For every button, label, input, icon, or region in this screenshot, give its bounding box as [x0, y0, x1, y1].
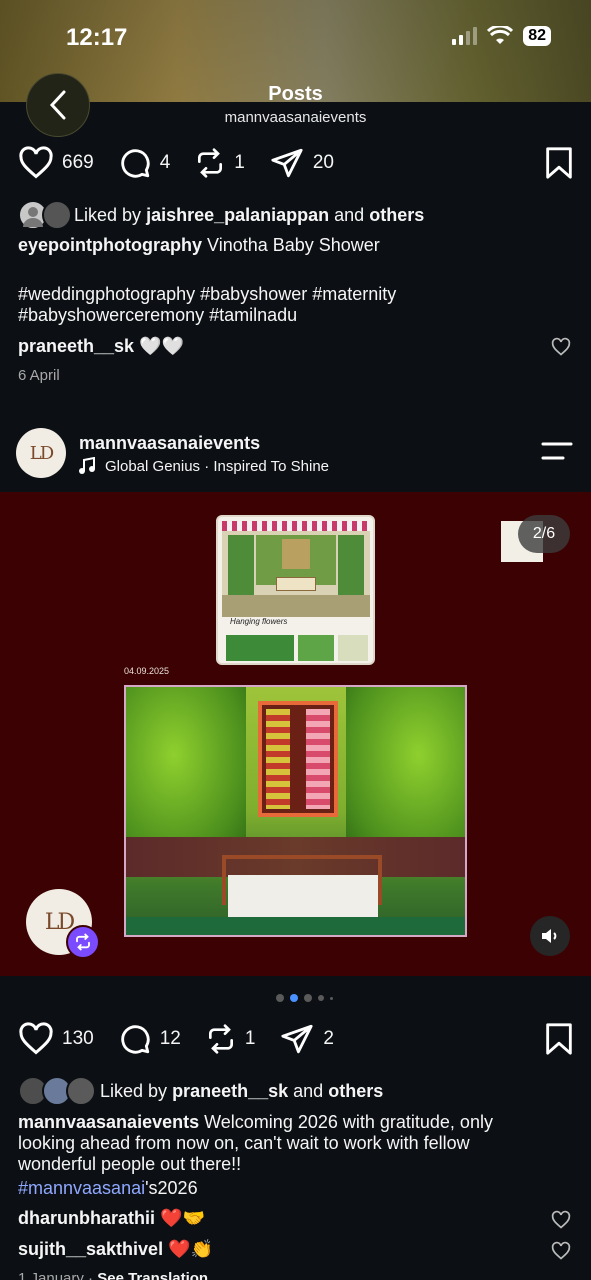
liked-by-and: and	[334, 204, 365, 225]
comment: praneeth__sk 🤍🤍	[18, 336, 184, 357]
hashtags-line2[interactable]: #babyshowerceremony #tamilnadu	[18, 305, 297, 326]
cellular-signal-icon	[452, 27, 478, 45]
hashtags-line1[interactable]: #weddingphotography #babyshower #materni…	[18, 284, 396, 305]
avatar	[66, 1076, 96, 1106]
author-avatar[interactable]: LD	[16, 428, 66, 478]
liked-by-and: and	[293, 1080, 324, 1101]
like-button[interactable]: 130	[18, 1022, 94, 1056]
heart-icon	[19, 1022, 53, 1055]
comment-user[interactable]: sujith__sakthivel	[18, 1239, 163, 1259]
like-count: 130	[62, 1028, 94, 1049]
carousel-dot	[330, 996, 333, 1000]
status-time: 12:17	[66, 24, 128, 51]
menu-icon[interactable]	[541, 441, 573, 463]
comment-button[interactable]: 12	[118, 1022, 181, 1056]
comment: sujith__sakthivel ❤️👏	[18, 1239, 213, 1260]
bookmark-icon[interactable]	[544, 146, 574, 180]
share-count: 2	[323, 1028, 334, 1049]
comment-text: ❤️👏	[168, 1239, 213, 1259]
stage-sketch	[222, 521, 370, 617]
repost-button[interactable]: 1	[194, 146, 245, 180]
like-button[interactable]: 669	[18, 146, 94, 180]
repost-count: 1	[244, 1028, 256, 1049]
back-button[interactable]	[26, 73, 90, 137]
sketch-label: Hanging flowers	[230, 617, 288, 626]
post2-liked-by[interactable]: Liked by praneeth__sk and others	[18, 1076, 383, 1106]
carousel-counter: 2/6	[518, 515, 570, 553]
avatar	[42, 200, 72, 230]
share-button[interactable]: 20	[269, 146, 334, 180]
comment-button[interactable]: 4	[118, 146, 171, 180]
comment-icon	[120, 1025, 150, 1054]
liked-by-prefix: Liked by	[74, 204, 142, 225]
post-date: 1 January	[18, 1270, 84, 1280]
comment-user[interactable]: dharunbharathii	[18, 1208, 155, 1228]
carousel-dot	[318, 995, 324, 1001]
share-count: 20	[312, 152, 334, 173]
caption-hashtag[interactable]: #mannvaasanai	[18, 1178, 145, 1198]
post1-actions: 669 4 1 20	[18, 146, 574, 180]
carousel-dot	[276, 994, 284, 1002]
sketch-thumbnail: Hanging flowers	[216, 515, 375, 665]
audio-title: Global Genius · Inspired To Shine	[105, 457, 330, 475]
comment-text: ❤️🤝	[160, 1208, 205, 1228]
comment-like-icon[interactable]	[551, 1210, 571, 1230]
like-count: 669	[62, 152, 94, 173]
post2-caption: mannvaasanaievents Welcoming 2026 with g…	[18, 1112, 538, 1175]
caption-text: Vinotha Baby Shower	[207, 235, 380, 255]
post-date: 6 April	[18, 367, 60, 384]
carousel-dot	[290, 994, 298, 1002]
send-icon	[281, 1024, 314, 1054]
liked-by-prefix: Liked by	[100, 1080, 168, 1101]
comment-like-icon[interactable]	[551, 1241, 571, 1261]
caption-author[interactable]: eyepointphotography	[18, 235, 202, 255]
battery-indicator: 82	[523, 26, 551, 46]
repost-badge	[66, 925, 100, 959]
carousel-dot	[304, 994, 312, 1002]
wifi-icon	[487, 26, 514, 44]
caption-hashtag-suffix: 's2026	[145, 1178, 198, 1198]
liked-by-avatars	[18, 1076, 100, 1106]
speaker-icon	[542, 929, 557, 943]
comment-count: 4	[159, 152, 171, 173]
chevron-left-icon	[49, 90, 66, 120]
liked-by-avatars	[18, 200, 74, 230]
bookmark-icon[interactable]	[544, 1022, 574, 1056]
audio-info[interactable]: Global Genius · Inspired To Shine	[79, 457, 329, 475]
caption-hashtag-line: #mannvaasanai's2026	[18, 1178, 198, 1199]
share-button[interactable]: 2	[279, 1022, 334, 1056]
avatar-logo: LD	[29, 442, 54, 464]
music-note-icon	[79, 457, 95, 474]
repost-icon	[208, 1024, 233, 1054]
liked-by-user[interactable]: jaishree_palaniappan	[146, 205, 329, 225]
repost-count: 1	[234, 152, 245, 173]
status-icons: 82	[452, 26, 551, 46]
post1-caption: eyepointphotography Vinotha Baby Shower	[18, 235, 380, 256]
liked-by-user[interactable]: praneeth__sk	[172, 1081, 288, 1101]
comment: dharunbharathii ❤️🤝	[18, 1208, 205, 1229]
post-footer: 1 January · See Translation	[18, 1270, 208, 1280]
sound-toggle-button[interactable]	[530, 916, 570, 956]
post1-liked-by[interactable]: Liked by jaishree_palaniappan and others	[18, 200, 424, 230]
comment-like-icon[interactable]	[551, 337, 571, 357]
see-translation-link[interactable]: See Translation	[97, 1270, 208, 1280]
liked-by-others[interactable]: others	[369, 205, 424, 225]
post2-actions: 130 12 1 2	[18, 1022, 574, 1056]
post-author[interactable]: mannvaasanaievents	[79, 433, 260, 454]
carousel-dots	[276, 994, 333, 1002]
comment-text: 🤍🤍	[139, 336, 184, 356]
repost-button[interactable]: 1	[205, 1022, 256, 1056]
comment-user[interactable]: praneeth__sk	[18, 336, 134, 356]
send-icon	[271, 148, 303, 178]
liked-by-others[interactable]: others	[328, 1081, 383, 1101]
comment-icon	[120, 149, 150, 178]
decor-photo	[124, 685, 467, 937]
repost-icon	[198, 148, 223, 178]
photo-date: 04.09.2025	[124, 666, 170, 676]
repost-icon	[76, 933, 90, 951]
caption-author[interactable]: mannvaasanaievents	[18, 1112, 199, 1132]
heart-icon	[19, 146, 53, 179]
comment-count: 12	[159, 1028, 181, 1049]
